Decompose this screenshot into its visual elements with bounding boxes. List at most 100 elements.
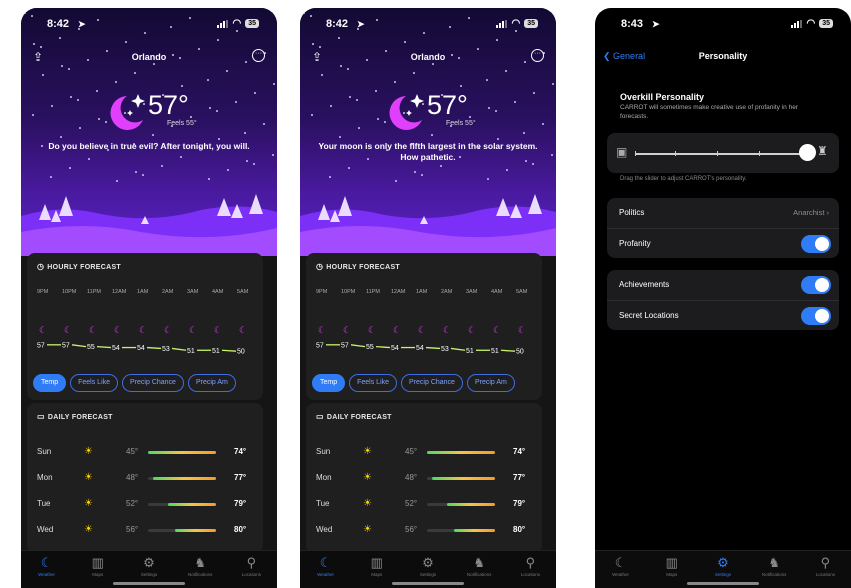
- toggle-switch[interactable]: [801, 307, 831, 325]
- daily-title-text: DAILY FORECAST: [326, 414, 392, 421]
- bunny-icon: ♜: [817, 144, 828, 158]
- bell-icon: ♞: [473, 555, 485, 570]
- weather-screen-1: 8:42 ➤ ◠ 35 ⇪ Orlando ··· 57° Feels 55° D…: [21, 8, 277, 588]
- high-temp: 74°: [513, 447, 526, 456]
- hour-label: 3AM: [187, 289, 199, 295]
- location-pin-icon: ⚲: [246, 555, 257, 570]
- day-name: Wed: [37, 525, 54, 534]
- daily-title: ▭ DAILY FORECAST: [37, 412, 113, 421]
- hourly-temp-label: 50: [237, 349, 245, 356]
- slider-thumb[interactable]: [799, 144, 816, 161]
- hourly-line-segment: [450, 347, 466, 351]
- hourly-metric-pills: Temp Feels Like Precip Chance Precip Am: [312, 374, 515, 392]
- toggle-switch[interactable]: [801, 276, 831, 294]
- settings-row-secret-locations[interactable]: Secret Locations: [607, 300, 839, 330]
- sun-icon: ☀: [363, 446, 372, 457]
- daily-row[interactable]: Wed ☀ 56° 80°: [27, 524, 263, 545]
- hourly-line-segment: [375, 345, 391, 349]
- city-name: Orlando: [410, 52, 446, 62]
- section-subtitle: CARROT will sometimes make creative use …: [620, 104, 798, 120]
- daily-row[interactable]: Tue ☀ 52° 79°: [27, 498, 263, 519]
- more-options-icon[interactable]: ···: [252, 49, 265, 62]
- pill-precip-chance[interactable]: Precip Chance: [401, 374, 463, 392]
- daily-row[interactable]: Wed ☀ 56° 80°: [306, 524, 542, 545]
- settings-screen: 8:43 ➤ ◠ 35 ❮ General Personality Overkil…: [595, 8, 851, 588]
- map-icon: ▥: [370, 555, 383, 570]
- hourly-temp-label: 55: [366, 344, 374, 351]
- hourly-temp-label: 54: [416, 345, 424, 352]
- pill-temp[interactable]: Temp: [33, 374, 67, 392]
- pill-temp[interactable]: Temp: [312, 374, 346, 392]
- tab-locations[interactable]: ⚲ Locations: [226, 551, 276, 588]
- hour-label: 4AM: [212, 289, 224, 295]
- landscape-illustration: [300, 194, 556, 256]
- day-name: Mon: [316, 473, 332, 482]
- daily-title: ▭ DAILY FORECAST: [316, 412, 392, 421]
- low-temp: 45°: [126, 447, 139, 456]
- tab-weather[interactable]: ☾ Weather: [596, 551, 646, 588]
- tab-label: Maps: [92, 572, 104, 577]
- more-options-icon[interactable]: ···: [531, 49, 544, 62]
- hourly-temp-label: 57: [62, 342, 70, 349]
- hourly-metric-pills: Temp Feels Like Precip Chance Precip Am: [33, 374, 236, 392]
- temp-range-bar: [148, 529, 216, 532]
- temp-range-bar: [427, 503, 495, 506]
- temp-range-bar: [148, 451, 216, 454]
- calendar-icon: ▭: [316, 412, 324, 421]
- sun-icon: ☀: [363, 524, 372, 535]
- stage: 8:42 ➤ ◠ 35 ⇪ Orlando ··· 57° Feels 55° D…: [0, 0, 851, 588]
- hour-label: 10PM: [341, 289, 356, 295]
- pill-feels-like[interactable]: Feels Like: [349, 374, 398, 392]
- map-icon: ▥: [91, 555, 104, 570]
- day-name: Wed: [316, 525, 333, 534]
- settings-row-profanity[interactable]: Profanity: [607, 228, 839, 258]
- bell-icon: ♞: [768, 555, 780, 570]
- hourly-title-text: HOURLY FORECAST: [47, 264, 122, 271]
- pill-feels-like[interactable]: Feels Like: [70, 374, 119, 392]
- clock-icon: ◷: [316, 262, 324, 271]
- hourly-forecast-card: ◷ HOURLY FORECAST 9PM 10PM 11PM 12AM 1AM 2AM 3A…: [306, 253, 542, 400]
- slider-hint: Drag the slider to adjust CARROT's perso…: [620, 176, 747, 182]
- hourly-temp-label: 55: [87, 344, 95, 351]
- current-temperature: 57°: [148, 90, 189, 120]
- home-indicator: [113, 582, 185, 585]
- tab-weather[interactable]: ☾ Weather: [22, 551, 72, 588]
- hourly-temp-label: 51: [466, 348, 474, 355]
- low-temp: 52°: [405, 499, 418, 508]
- pill-precip-am[interactable]: Precip Am: [187, 374, 236, 392]
- briefcase-icon: ▣: [616, 145, 628, 159]
- personality-slider[interactable]: [635, 151, 805, 156]
- home-indicator: [687, 582, 759, 585]
- day-name: Sun: [37, 447, 52, 456]
- map-icon: ▥: [665, 555, 678, 570]
- pill-precip-chance[interactable]: Precip Chance: [122, 374, 184, 392]
- hour-labels: 9PM 10PM 11PM 12AM 1AM 2AM 3AM 4AM 5AM: [37, 289, 265, 295]
- sun-icon: ☀: [84, 446, 93, 457]
- row-label: Politics: [619, 208, 645, 217]
- pill-precip-am[interactable]: Precip Am: [466, 374, 515, 392]
- tab-locations[interactable]: ⚲ Locations: [800, 551, 850, 588]
- gear-icon: ⚙: [717, 555, 729, 570]
- daily-row[interactable]: Sun ☀ 45° 74°: [27, 446, 263, 467]
- hourly-temp-label: 51: [212, 348, 220, 355]
- daily-row[interactable]: Mon ☀ 48° 77°: [27, 472, 263, 493]
- tab-locations[interactable]: ⚲ Locations: [505, 551, 555, 588]
- daily-forecast-card: ▭ DAILY FORECAST Sun ☀ 45° 74° Mon ☀ 48° …: [27, 403, 263, 553]
- tab-weather[interactable]: ☾ Weather: [301, 551, 351, 588]
- high-temp: 77°: [513, 473, 526, 482]
- daily-row[interactable]: Sun ☀ 45° 74°: [306, 446, 542, 467]
- hourly-line-segment: [425, 346, 441, 350]
- toggle-switch[interactable]: [801, 235, 831, 253]
- daily-row[interactable]: Tue ☀ 52° 79°: [306, 498, 542, 519]
- sun-icon: ☀: [84, 498, 93, 509]
- home-indicator: [392, 582, 464, 585]
- tab-label: Notifications: [466, 572, 492, 577]
- signal-icon: [496, 19, 508, 28]
- settings-row-achievements[interactable]: Achievements: [607, 270, 839, 300]
- sky-scene: 8:42 ➤ ◠ 35 ⇪ Orlando ··· 57° Feels 55° Y…: [300, 8, 556, 256]
- nav-bar: ❮ General Personality: [595, 48, 851, 66]
- settings-row-politics[interactable]: Politics Anarchist ›: [607, 198, 839, 228]
- landscape-illustration: [21, 194, 277, 256]
- hourly-line-segment: [96, 345, 112, 349]
- daily-row[interactable]: Mon ☀ 48° 77°: [306, 472, 542, 493]
